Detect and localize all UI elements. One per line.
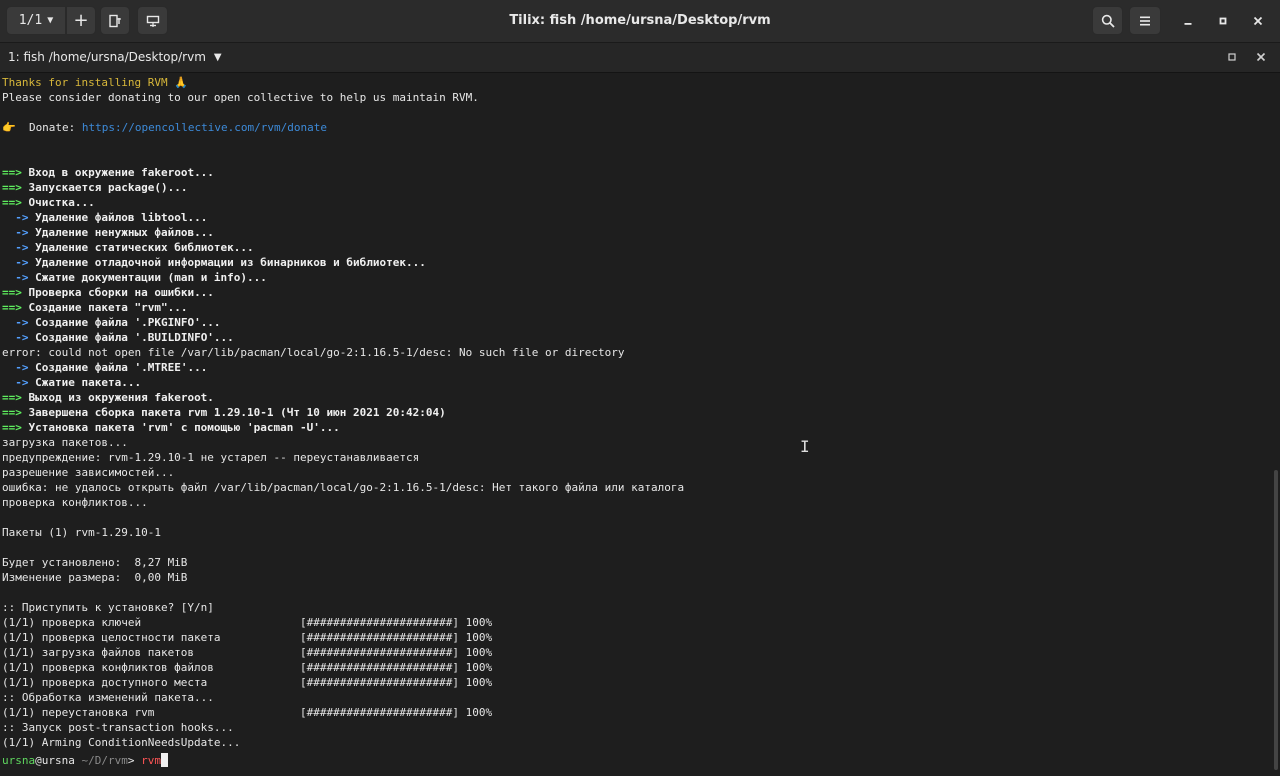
- menu-button[interactable]: [1129, 6, 1161, 35]
- terminal-line: Please consider donating to our open col…: [2, 91, 479, 104]
- terminal-line: ==> Очистка...: [2, 196, 95, 209]
- terminal-line: -> Удаление отладочной информации из бин…: [2, 256, 426, 269]
- terminal-line: (1/1) проверка целостности пакета [#####…: [2, 631, 493, 644]
- shell-prompt[interactable]: ursna@ursna ~/D/rvm> rvm: [2, 753, 168, 768]
- chevron-down-icon: ▼: [47, 15, 54, 26]
- arrow-marker: ->: [2, 361, 36, 374]
- scrollbar-thumb[interactable]: [1274, 470, 1278, 770]
- terminal-line: -> Удаление статических библиотек...: [2, 241, 254, 254]
- terminal-line: загрузка пакетов...: [2, 436, 128, 449]
- terminal-line: 👉 Donate: https://opencollective.com/rvm…: [2, 120, 327, 135]
- terminal-maximize-button[interactable]: [1225, 50, 1239, 64]
- terminal-line: (1/1) проверка ключей [#################…: [2, 616, 493, 629]
- terminal-line: :: Обработка изменений пакета...: [2, 691, 214, 704]
- maximize-button[interactable]: [1212, 11, 1234, 31]
- arrow-marker: ->: [2, 316, 36, 329]
- terminal-line: -> Создание файла '.MTREE'...: [2, 361, 208, 374]
- terminal-line: :: Запуск post-transaction hooks...: [2, 721, 234, 734]
- prompt-path: ~/D/rvm: [74, 754, 128, 767]
- terminal-line: (1/1) проверка доступного места [#######…: [2, 676, 493, 689]
- arrow-marker: ==>: [2, 406, 29, 419]
- maximize-icon: [1218, 16, 1228, 26]
- arrow-marker: ->: [2, 271, 36, 284]
- tilix-window: 1/1 ▼ + Tilix: fish /home/ursna/Desktop/…: [0, 0, 1280, 776]
- terminal-line: ==> Запускается package()...: [2, 181, 188, 194]
- arrow-marker: ->: [2, 256, 36, 269]
- terminal-line: -> Удаление ненужных файлов...: [2, 226, 214, 239]
- arrow-marker: ->: [2, 226, 36, 239]
- terminal-line: ==> Установка пакета 'rvm' с помощью 'pa…: [2, 421, 340, 434]
- terminal-line: Пакеты (1) rvm-1.29.10-1: [2, 526, 161, 539]
- terminal-close-button[interactable]: [1254, 50, 1268, 64]
- arrow-marker: ==>: [2, 421, 29, 434]
- minimize-icon: [1183, 16, 1193, 26]
- terminal-title: 1: fish /home/ursna/Desktop/rvm: [8, 50, 206, 64]
- terminal-line: проверка конфликтов...: [2, 496, 148, 509]
- arrow-marker: ->: [2, 211, 36, 224]
- terminal-title-bar: 1: fish /home/ursna/Desktop/rvm ▼: [0, 43, 1280, 73]
- arrow-marker: ->: [2, 241, 36, 254]
- search-icon: [1101, 14, 1115, 28]
- arrow-marker: ==>: [2, 286, 29, 299]
- terminal-line: разрешение зависимостей...: [2, 466, 175, 479]
- prompt-command: rvm: [141, 754, 161, 767]
- terminal-line: ==> Выход из окружения fakeroot.: [2, 391, 214, 404]
- window-title: Tilix: fish /home/ursna/Desktop/rvm: [509, 13, 771, 28]
- prompt-user: ursna: [2, 754, 36, 767]
- plus-icon: +: [73, 10, 89, 31]
- session-switcher-button[interactable]: 1/1 ▼: [6, 6, 66, 35]
- terminal-line: Изменение размера: 0,00 MiB: [2, 571, 188, 584]
- terminal-line: предупреждение: rvm-1.29.10-1 не устарел…: [2, 451, 420, 464]
- terminal-line: Thanks for installing RVM 🙏: [2, 76, 188, 89]
- hamburger-menu-icon: [1139, 15, 1151, 27]
- terminal-line: -> Создание файла '.PKGINFO'...: [2, 316, 221, 329]
- header-bar: 1/1 ▼ + Tilix: fish /home/ursna/Desktop/…: [0, 0, 1280, 43]
- terminal-title-menu[interactable]: 1: fish /home/ursna/Desktop/rvm ▼: [8, 50, 222, 64]
- terminal-line: ==> Создание пакета "rvm"...: [2, 301, 188, 314]
- terminal-line: (1/1) загрузка файлов пакетов [#########…: [2, 646, 493, 659]
- terminal-line: (1/1) переустановка rvm [###############…: [2, 706, 493, 719]
- minimize-button[interactable]: [1177, 11, 1199, 31]
- terminal-line: ==> Вход в окружение fakeroot...: [2, 166, 214, 179]
- terminal-line: ==> Проверка сборки на ошибки...: [2, 286, 214, 299]
- arrow-marker: ==>: [2, 301, 29, 314]
- donate-link[interactable]: https://opencollective.com/rvm/donate: [82, 121, 327, 134]
- close-icon: [1256, 52, 1266, 62]
- terminal-line: :: Приступить к установке? [Y/n]: [2, 601, 214, 614]
- chevron-down-icon: ▼: [213, 51, 222, 63]
- ibeam-cursor-icon: I: [800, 437, 810, 456]
- terminal-output[interactable]: Thanks for installing RVM 🙏 Please consi…: [0, 73, 1272, 776]
- terminal-line: error: could not open file /var/lib/pacm…: [2, 346, 625, 359]
- split-vertical-icon: [146, 14, 160, 28]
- session-label: 1/1: [18, 13, 43, 28]
- prompt-symbol: >: [127, 754, 142, 767]
- arrow-marker: ==>: [2, 196, 29, 209]
- terminal-line: -> Сжатие документации (man и info)...: [2, 271, 267, 284]
- donate-label: 👉 Donate:: [2, 121, 82, 134]
- terminal-line: Будет установлено: 8,27 MiB: [2, 556, 188, 569]
- arrow-marker: ->: [2, 376, 36, 389]
- arrow-marker: ==>: [2, 391, 29, 404]
- split-horizontal-button[interactable]: [100, 6, 130, 35]
- search-button[interactable]: [1092, 6, 1123, 35]
- terminal-line: ==> Завершена сборка пакета rvm 1.29.10-…: [2, 406, 446, 419]
- maximize-icon: [1228, 53, 1236, 61]
- close-button[interactable]: [1247, 11, 1269, 31]
- text-cursor: [160, 753, 168, 767]
- arrow-marker: ->: [2, 331, 36, 344]
- terminal-line: ошибка: не удалось открыть файл /var/lib…: [2, 481, 685, 494]
- terminal-line: -> Сжатие пакета...: [2, 376, 142, 389]
- terminal-line: (1/1) проверка конфликтов файлов [######…: [2, 661, 493, 674]
- terminal-line: -> Создание файла '.BUILDINFO'...: [2, 331, 234, 344]
- prompt-at: @: [35, 754, 42, 767]
- split-vertical-button[interactable]: [137, 6, 168, 35]
- split-horizontal-icon: [108, 14, 122, 28]
- add-session-button[interactable]: +: [66, 6, 96, 35]
- arrow-marker: ==>: [2, 166, 29, 179]
- arrow-marker: ==>: [2, 181, 29, 194]
- close-icon: [1253, 16, 1263, 26]
- terminal-line: -> Удаление файлов libtool...: [2, 211, 208, 224]
- prompt-host: ursna: [41, 754, 75, 767]
- terminal-line: (1/1) Arming ConditionNeedsUpdate...: [2, 736, 241, 749]
